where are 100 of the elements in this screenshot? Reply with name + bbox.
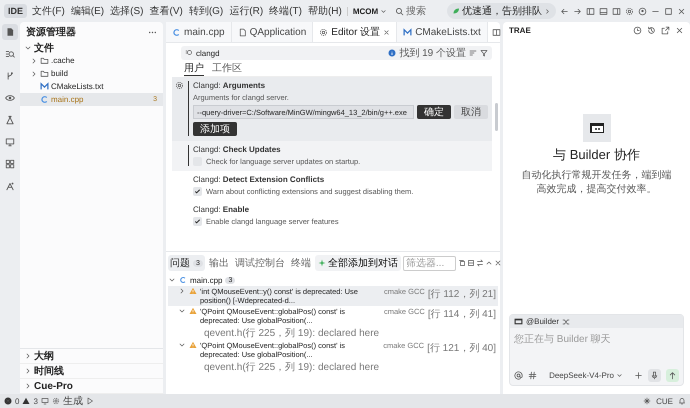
back-icon[interactable] <box>560 6 569 16</box>
terminal-icon <box>514 317 523 326</box>
file-icon <box>238 28 247 36</box>
panel-tab[interactable]: 调试控制台 <box>232 255 287 271</box>
panel-tab[interactable]: 输出 <box>206 255 231 271</box>
result-count: 找到 19 个设置 <box>399 46 466 60</box>
menu-item[interactable]: 帮助(H) <box>306 3 343 19</box>
tree-item[interactable]: 文件 <box>20 41 163 54</box>
promo-pill[interactable]: 优速通，告别排队 <box>447 3 556 19</box>
setting-title: Clangd: Check Updates <box>193 145 282 154</box>
panel-tab[interactable]: 终端 <box>288 255 313 271</box>
add-icon[interactable] <box>634 371 643 380</box>
bell-icon[interactable] <box>678 397 686 405</box>
branch-icon <box>5 71 15 81</box>
caret-icon <box>616 372 623 379</box>
filter-icon[interactable] <box>480 49 488 57</box>
gear-icon <box>52 397 60 405</box>
project-selector[interactable]: MCOM <box>346 6 388 16</box>
tree-label: build <box>51 69 68 78</box>
warning-icon <box>22 397 30 405</box>
sidebar-layout-icon[interactable] <box>586 6 595 16</box>
gear-icon[interactable] <box>174 81 184 90</box>
tree-item[interactable]: build <box>20 67 163 80</box>
menu-item[interactable]: 转到(G) <box>188 3 224 19</box>
menu-item[interactable]: 运行(R) <box>228 3 264 19</box>
app-logo[interactable]: IDE <box>4 4 28 18</box>
activity-button[interactable] <box>2 24 18 40</box>
checkbox[interactable] <box>193 217 202 226</box>
swap-icon[interactable] <box>476 259 484 267</box>
menu-item[interactable]: 编辑(E) <box>70 3 106 19</box>
list-filter-icon[interactable] <box>469 49 477 57</box>
checkbox[interactable] <box>193 187 202 196</box>
close-icon[interactable] <box>675 26 684 35</box>
cancel-button[interactable]: 取消 <box>454 105 488 119</box>
build-label[interactable]: 生成 <box>62 394 83 408</box>
panel-layout-icon[interactable] <box>599 6 608 16</box>
collapse-icon[interactable] <box>466 259 475 267</box>
problem-location: [行 121，列 40] <box>427 342 496 355</box>
problem-detail[interactable]: qevent.h(行 225，列 19): declared here <box>168 326 498 340</box>
scope-tab[interactable]: 工作区 <box>212 60 242 76</box>
editor-tab[interactable]: QApplication <box>232 22 314 42</box>
settings-icon[interactable] <box>625 6 634 16</box>
sidebar-layout-icon[interactable] <box>612 6 621 16</box>
settings-search-field[interactable]: clangd 找到 19 个设置 <box>181 46 492 60</box>
setting-title: Clangd: Enable <box>193 205 250 214</box>
menu-item[interactable]: 选择(S) <box>109 3 144 19</box>
account-icon[interactable] <box>638 6 647 16</box>
external-icon[interactable] <box>661 26 670 35</box>
model-selector[interactable]: DeepSeek-V4-Pro <box>543 370 629 381</box>
shuffle-icon[interactable] <box>562 318 570 326</box>
warning-icon <box>189 307 197 315</box>
chat-box[interactable]: @Builder 您正在与 Builder 聊天 DeepSeek-V4-Pro <box>509 314 684 386</box>
tree-item[interactable]: CMakeLists.txt <box>20 80 163 93</box>
warning-count[interactable]: 3 <box>33 396 38 406</box>
close-icon[interactable] <box>383 28 390 36</box>
file-type-icon <box>403 28 412 36</box>
microphone-icon[interactable] <box>650 371 659 380</box>
send-icon[interactable] <box>668 371 677 380</box>
tree-item[interactable]: .cache <box>20 54 163 67</box>
problem-location: [行 114，列 41] <box>428 308 496 321</box>
caret-icon <box>380 8 388 14</box>
maximize-icon[interactable] <box>664 6 673 16</box>
problem-location: [行 112，列 21] <box>428 288 496 301</box>
setting-title: Clangd: Detect Extension Conflicts <box>193 175 326 184</box>
panel-title: TRAE <box>509 26 531 35</box>
cue-status[interactable]: CUE <box>656 396 673 406</box>
scrollbar[interactable] <box>495 103 498 131</box>
monitor-icon[interactable] <box>40 397 49 405</box>
editor-tab[interactable]: main.cpp <box>166 22 232 42</box>
grid-icon <box>5 159 15 169</box>
error-count[interactable]: 0 <box>15 396 20 406</box>
ok-button[interactable]: 确定 <box>417 105 451 119</box>
play-icon[interactable] <box>86 397 94 405</box>
menu-item[interactable]: 终端(T) <box>268 3 303 19</box>
section-header[interactable]: 时间线 <box>20 364 163 379</box>
hash-icon[interactable] <box>528 371 537 380</box>
add-to-chat-button[interactable]: 全部添加到对话 <box>314 255 401 271</box>
close-icon[interactable] <box>677 6 686 16</box>
editor-tab[interactable]: CMakeLists.txt <box>397 22 488 42</box>
copy-icon[interactable] <box>458 259 466 267</box>
chat-icon[interactable] <box>633 26 642 35</box>
chevron-icon <box>178 307 186 315</box>
search-field[interactable]: 搜索 <box>395 4 426 18</box>
mention-icon[interactable] <box>514 371 523 380</box>
assistant-description: 自动化执行常规开发任务，端到端高效完成，提高交付效率。 <box>520 168 672 196</box>
close-icon[interactable] <box>494 259 502 267</box>
problem-detail[interactable]: qevent.h(行 225，列 19): declared here <box>168 360 498 374</box>
section-header[interactable]: 大纲 <box>20 349 163 364</box>
menu-item[interactable]: 文件(F) <box>31 3 66 19</box>
section-label: 时间线 <box>34 364 64 378</box>
menu-item[interactable]: 查看(V) <box>148 3 184 19</box>
scope-tab[interactable]: 用户 <box>184 60 204 76</box>
eye-icon <box>5 93 15 103</box>
explorer-title: 资源管理器 <box>26 26 76 39</box>
problem-file: main.cpp <box>190 276 222 284</box>
forward-icon[interactable] <box>573 6 582 16</box>
split-icon[interactable] <box>492 28 501 36</box>
add-item-button[interactable]: 添加项 <box>193 122 237 136</box>
history-icon[interactable] <box>647 26 656 35</box>
chevron-up-icon[interactable] <box>484 259 493 267</box>
